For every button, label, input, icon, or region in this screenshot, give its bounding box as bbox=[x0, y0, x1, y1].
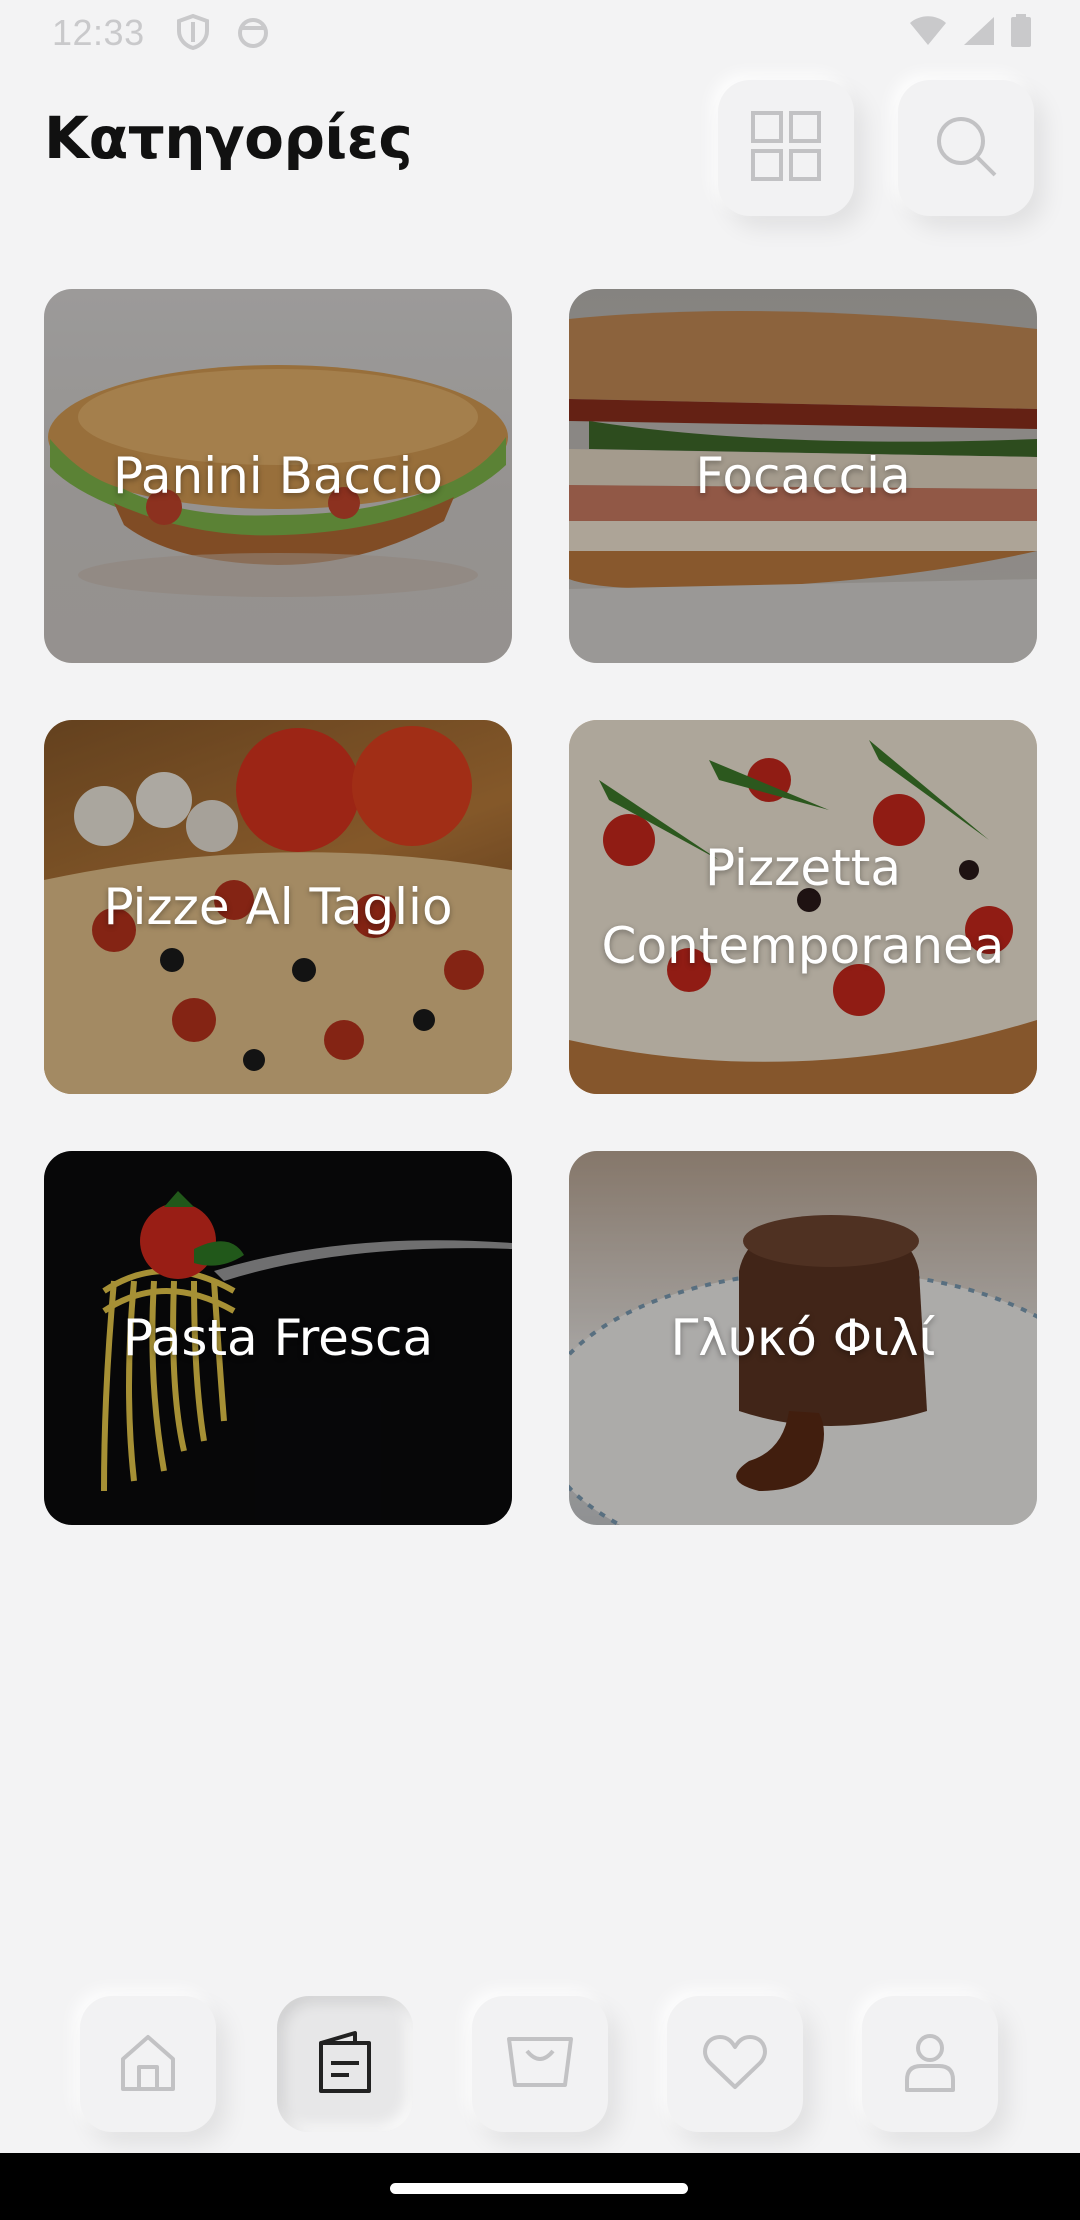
heart-icon bbox=[702, 2033, 768, 2095]
wifi-icon bbox=[908, 15, 948, 52]
nav-favorites-button[interactable] bbox=[667, 1996, 803, 2132]
category-card-glyko-fili[interactable]: Γλυκό Φιλί bbox=[569, 1151, 1037, 1525]
category-card-pizzetta-contemporanea[interactable]: Pizzetta Contemporanea bbox=[569, 720, 1037, 1094]
shield-icon bbox=[176, 13, 210, 55]
category-label: Γλυκό Φιλί bbox=[670, 1309, 936, 1367]
nav-home-button[interactable] bbox=[80, 1996, 216, 2132]
category-card-focaccia[interactable]: Focaccia bbox=[569, 289, 1037, 663]
category-label: Pasta Fresca bbox=[122, 1309, 434, 1367]
grid-icon bbox=[749, 109, 823, 187]
signal-icon bbox=[962, 15, 996, 52]
category-label: Focaccia bbox=[695, 447, 911, 505]
home-gesture-handle[interactable] bbox=[390, 2183, 688, 2194]
profile-icon bbox=[903, 2032, 957, 2096]
gesture-navigation-bar bbox=[0, 2153, 1080, 2220]
battery-icon bbox=[1010, 14, 1032, 53]
status-time: 12:33 bbox=[52, 12, 145, 53]
nav-menu-button[interactable] bbox=[277, 1996, 413, 2132]
status-bar: 12:33 bbox=[0, 0, 1080, 66]
page-title: Κατηγορίες bbox=[44, 104, 413, 172]
nav-basket-button[interactable] bbox=[472, 1996, 608, 2132]
search-icon bbox=[933, 113, 999, 183]
category-card-panini-baccio[interactable]: Panini Baccio bbox=[44, 289, 512, 663]
search-button[interactable] bbox=[898, 80, 1034, 216]
category-label: Panini Baccio bbox=[112, 447, 443, 505]
grid-view-button[interactable] bbox=[718, 80, 854, 216]
category-card-pizze-al-taglio[interactable]: Pizze Al Taglio bbox=[44, 720, 512, 1094]
nav-profile-button[interactable] bbox=[862, 1996, 998, 2132]
menu-icon bbox=[315, 2029, 375, 2099]
home-icon bbox=[117, 2031, 179, 2097]
category-label: Pizze Al Taglio bbox=[103, 878, 453, 936]
category-card-pasta-fresca[interactable]: Pasta Fresca bbox=[44, 1151, 512, 1525]
notification-icon bbox=[236, 16, 270, 55]
basket-icon bbox=[505, 2033, 575, 2095]
category-label: Pizzetta Contemporanea bbox=[601, 839, 1005, 975]
